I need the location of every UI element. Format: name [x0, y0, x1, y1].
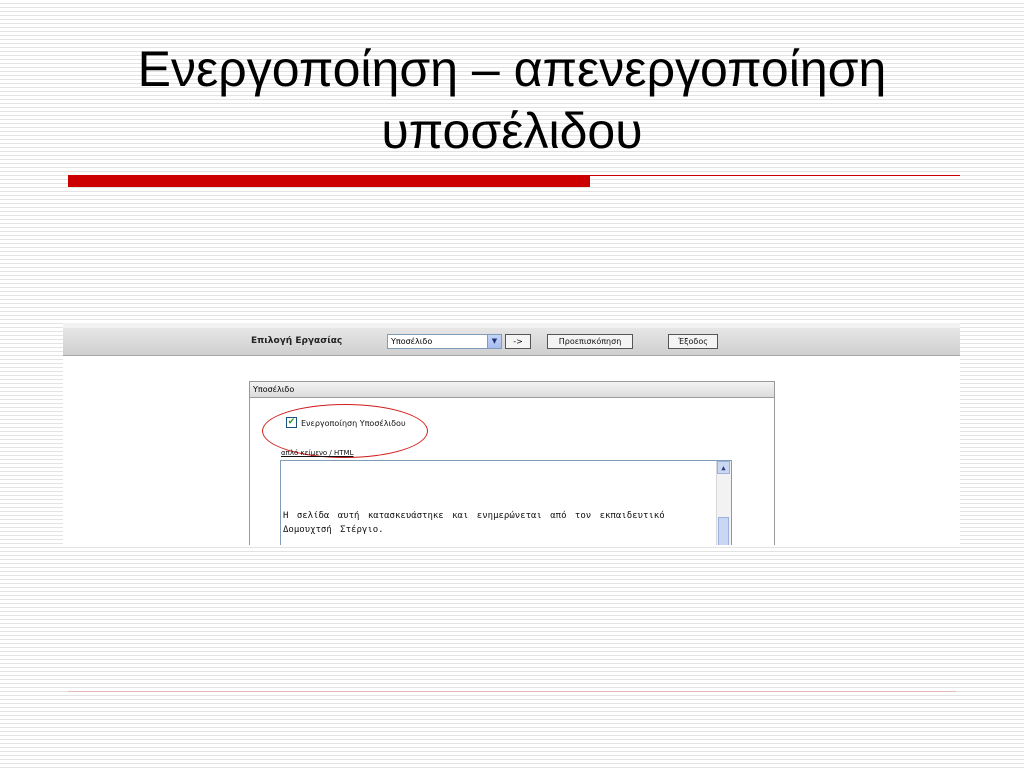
scroll-up-arrow-icon[interactable]: ▲: [717, 461, 730, 474]
embedded-screenshot: Επιλογή Εργασίας Υποσέλιδο ▼ -> Προεπισκ…: [63, 323, 960, 545]
text-area-scrollbar[interactable]: ▲: [716, 461, 731, 545]
slide-title-line2: υποσέλιδου: [381, 103, 643, 159]
go-button[interactable]: ->: [505, 334, 531, 349]
footer-text-content: Η σελίδα αυτή κατασκευάστηκε και ενημερώ…: [283, 511, 674, 535]
task-select[interactable]: Υποσέλιδο ▼: [387, 334, 502, 349]
slide-title-line1: Ενεργοποίηση – απενεργοποίηση: [137, 41, 887, 97]
footer-panel: Υποσέλιδο ✔ Ενεργοποίηση Υποσέλιδου απλό…: [249, 381, 775, 545]
slide-title: Ενεργοποίηση – απενεργοποίηση υποσέλιδου: [40, 38, 984, 162]
task-select-value: Υποσέλιδο: [391, 337, 433, 346]
footer-text-area[interactable]: Η σελίδα αυτή κατασκευάστηκε και ενημερώ…: [280, 460, 732, 545]
dropdown-arrow-icon[interactable]: ▼: [487, 335, 501, 348]
task-label: Επιλογή Εργασίας: [251, 336, 343, 346]
panel-header: Υποσέλιδο: [250, 382, 774, 398]
title-underline-thin: [590, 175, 960, 176]
scroll-thumb[interactable]: [718, 517, 729, 545]
mode-label[interactable]: απλό κείμενο / HTML: [281, 449, 353, 457]
exit-button[interactable]: Έξοδος: [668, 334, 718, 349]
title-underline-thick: [68, 175, 590, 187]
preview-button[interactable]: Προεπισκόπηση: [547, 334, 633, 349]
task-toolbar: Επιλογή Εργασίας Υποσέλιδο ▼ -> Προεπισκ…: [63, 328, 960, 356]
footer-rule: [68, 691, 956, 692]
